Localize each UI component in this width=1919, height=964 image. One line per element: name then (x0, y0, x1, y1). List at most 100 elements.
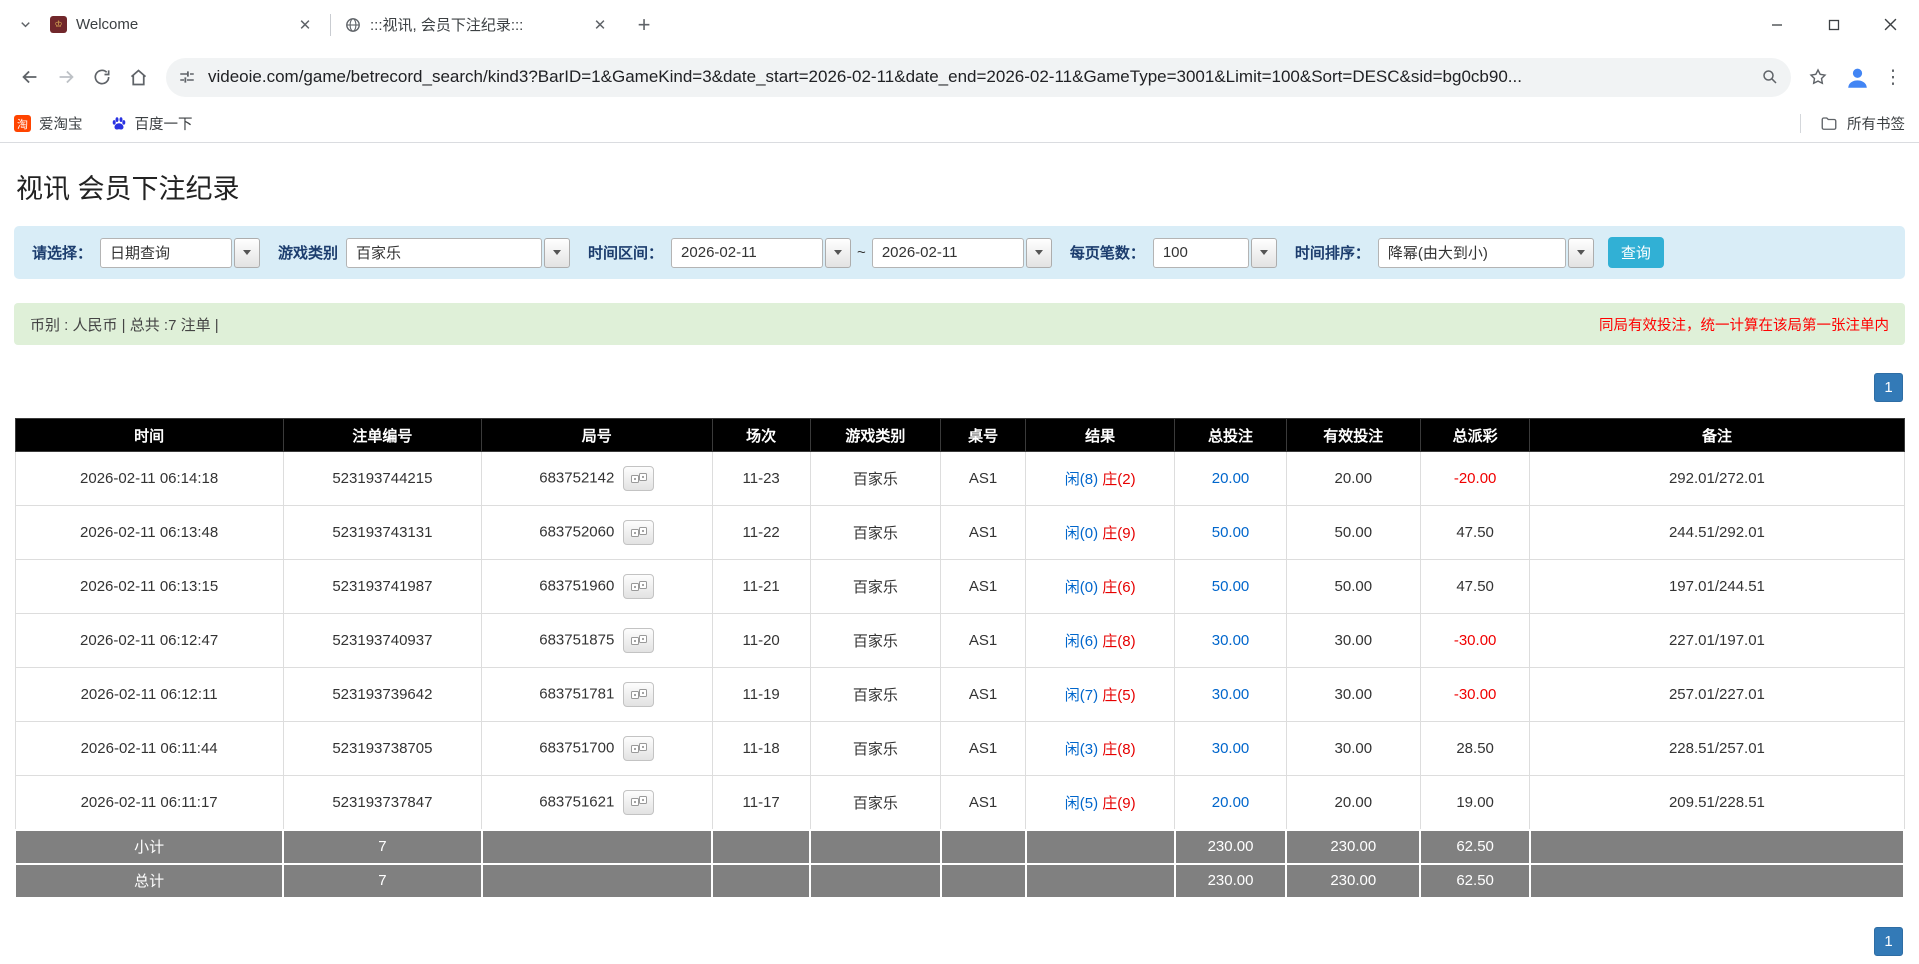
cell-total-bet[interactable]: 50.00 (1174, 505, 1287, 560)
bet-table-body: 2026-02-11 06:14:18 523193744215 6837521… (14, 451, 1905, 830)
chevron-down-icon[interactable] (544, 237, 571, 268)
table-row: 2026-02-11 06:13:48 523193743131 6837520… (14, 505, 1905, 560)
browser-menu-icon[interactable]: ⋮ (1879, 66, 1907, 89)
tab-search-chevron-icon[interactable] (10, 10, 40, 40)
round-number: 683751621 (539, 793, 615, 811)
page-title: 视讯 会员下注纪录 (16, 174, 240, 204)
tab-welcome[interactable]: ♔ Welcome ✕ (40, 6, 326, 44)
round-video-button[interactable] (623, 789, 655, 815)
round-video-button[interactable] (623, 466, 655, 491)
round-video-button[interactable] (623, 520, 655, 545)
total-label: 总计 (13, 862, 285, 899)
chevron-down-icon[interactable] (1250, 237, 1277, 268)
cell-table: AS1 (940, 775, 1027, 830)
round-video-button[interactable] (623, 682, 655, 707)
round-number: 683751781 (539, 685, 615, 703)
bookmark-baidu[interactable]: 百度一下 (111, 113, 193, 134)
date-start-picker[interactable] (671, 237, 852, 268)
date-end-input[interactable] (871, 237, 1024, 268)
summary-info-bar: 币别 : 人民币 | 总共 :7 注单 | 同局有效投注，统一计算在该局第一张注… (14, 303, 1905, 345)
total-row: 总计 7 230.00 230.00 62.50 (13, 862, 1906, 899)
new-tab-button[interactable]: + (629, 10, 659, 40)
cell-total-bet[interactable]: 30.00 (1174, 721, 1287, 776)
home-icon[interactable] (120, 59, 156, 95)
cell-payout: 47.50 (1419, 559, 1531, 614)
url-text[interactable]: videoie.com/game/betrecord_search/kind3?… (208, 67, 1749, 87)
result-banker: 庄(5) (1102, 687, 1136, 704)
cell-note: 257.01/227.01 (1529, 667, 1905, 722)
minimize-button[interactable] (1748, 0, 1805, 49)
cell-total-bet[interactable]: 20.00 (1174, 451, 1287, 506)
per-page-combobox[interactable] (1152, 237, 1277, 268)
result-player: 闲(5) (1064, 794, 1099, 812)
maximize-button[interactable] (1805, 0, 1862, 49)
site-info-icon[interactable] (178, 68, 196, 86)
tab-close-icon[interactable]: ✕ (589, 14, 611, 36)
cell-total-bet[interactable]: 20.00 (1174, 775, 1287, 830)
cell-bet-id: 523193739642 (282, 667, 483, 722)
chevron-down-icon[interactable] (234, 237, 261, 268)
table-row: 2026-02-11 06:14:18 523193744215 6837521… (14, 451, 1905, 506)
url-bar[interactable]: videoie.com/game/betrecord_search/kind3?… (166, 57, 1791, 97)
cell-note: 244.51/292.01 (1529, 505, 1905, 560)
bookmark-aitaobao[interactable]: 淘 爱淘宝 (14, 113, 83, 134)
search-button[interactable]: 查询 (1607, 237, 1664, 268)
cell-total-bet[interactable]: 30.00 (1174, 613, 1287, 668)
round-number: 683751960 (539, 577, 615, 595)
all-bookmarks-button[interactable]: 所有书签 (1847, 113, 1905, 134)
round-video-button[interactable] (623, 736, 655, 761)
date-end-picker[interactable] (871, 237, 1052, 268)
cell-round: 683752060 (481, 505, 713, 560)
reload-icon[interactable] (84, 59, 120, 95)
range-separator: ~ (857, 244, 866, 261)
cell-total-bet[interactable]: 50.00 (1174, 559, 1287, 614)
cell-session: 11-22 (711, 505, 811, 560)
result-banker: 庄(9) (1102, 794, 1136, 812)
time-sort-combobox[interactable] (1377, 237, 1594, 268)
query-type-combobox[interactable] (100, 237, 261, 268)
cell-result: 闲(5) 庄(9) (1025, 775, 1176, 830)
chevron-down-icon[interactable] (1567, 237, 1594, 268)
cell-table: AS1 (940, 721, 1027, 776)
zoom-icon[interactable] (1761, 68, 1779, 86)
cell-payout: 28.50 (1419, 721, 1531, 776)
cell-session: 11-21 (711, 559, 811, 614)
date-start-input[interactable] (671, 237, 824, 268)
result-banker: 庄(6) (1102, 579, 1136, 596)
tab-title: Welcome (76, 16, 139, 33)
bookmark-label: 爱淘宝 (39, 117, 83, 133)
page-1-button[interactable]: 1 (1874, 926, 1903, 956)
result-banker: 庄(8) (1102, 741, 1136, 758)
select-type-label: 请选择： (32, 245, 93, 262)
tab-betrecord[interactable]: :::视讯, 会员下注纪录::: ✕ (335, 6, 621, 44)
table-row: 2026-02-11 06:11:44 523193738705 6837517… (14, 721, 1905, 776)
chevron-down-icon[interactable] (825, 237, 852, 268)
back-icon[interactable] (12, 59, 48, 95)
subtotal-label: 小计 (13, 828, 285, 865)
profile-avatar[interactable] (1841, 61, 1873, 93)
chevron-down-icon[interactable] (1025, 237, 1052, 268)
tab-close-icon[interactable]: ✕ (294, 14, 316, 36)
close-window-button[interactable] (1862, 0, 1919, 49)
page-1-button[interactable]: 1 (1874, 373, 1903, 402)
query-type-input[interactable] (100, 237, 233, 268)
bookmark-star-icon[interactable] (1801, 60, 1835, 94)
cell-result: 闲(0) 庄(9) (1025, 505, 1176, 560)
cell-result: 闲(6) 庄(8) (1025, 613, 1176, 668)
game-kind-combobox[interactable] (346, 237, 571, 268)
cell-game-kind: 百家乐 (809, 613, 942, 668)
cell-game-kind: 百家乐 (809, 775, 942, 830)
round-video-button[interactable] (623, 628, 655, 653)
table-row: 2026-02-11 06:11:17 523193737847 6837516… (14, 775, 1905, 830)
forward-icon[interactable] (48, 59, 84, 95)
header-time: 时间 (14, 418, 284, 452)
cell-payout: -20.00 (1419, 451, 1531, 506)
round-video-button[interactable] (623, 574, 655, 599)
per-page-input[interactable] (1152, 237, 1249, 268)
game-kind-input[interactable] (346, 237, 543, 268)
cell-total-bet[interactable]: 30.00 (1174, 667, 1287, 722)
cell-valid-bet: 30.00 (1285, 667, 1421, 722)
time-sort-input[interactable] (1377, 237, 1566, 268)
table-row: 2026-02-11 06:12:11 523193739642 6837517… (14, 667, 1905, 722)
cell-round: 683751960 (481, 559, 713, 614)
